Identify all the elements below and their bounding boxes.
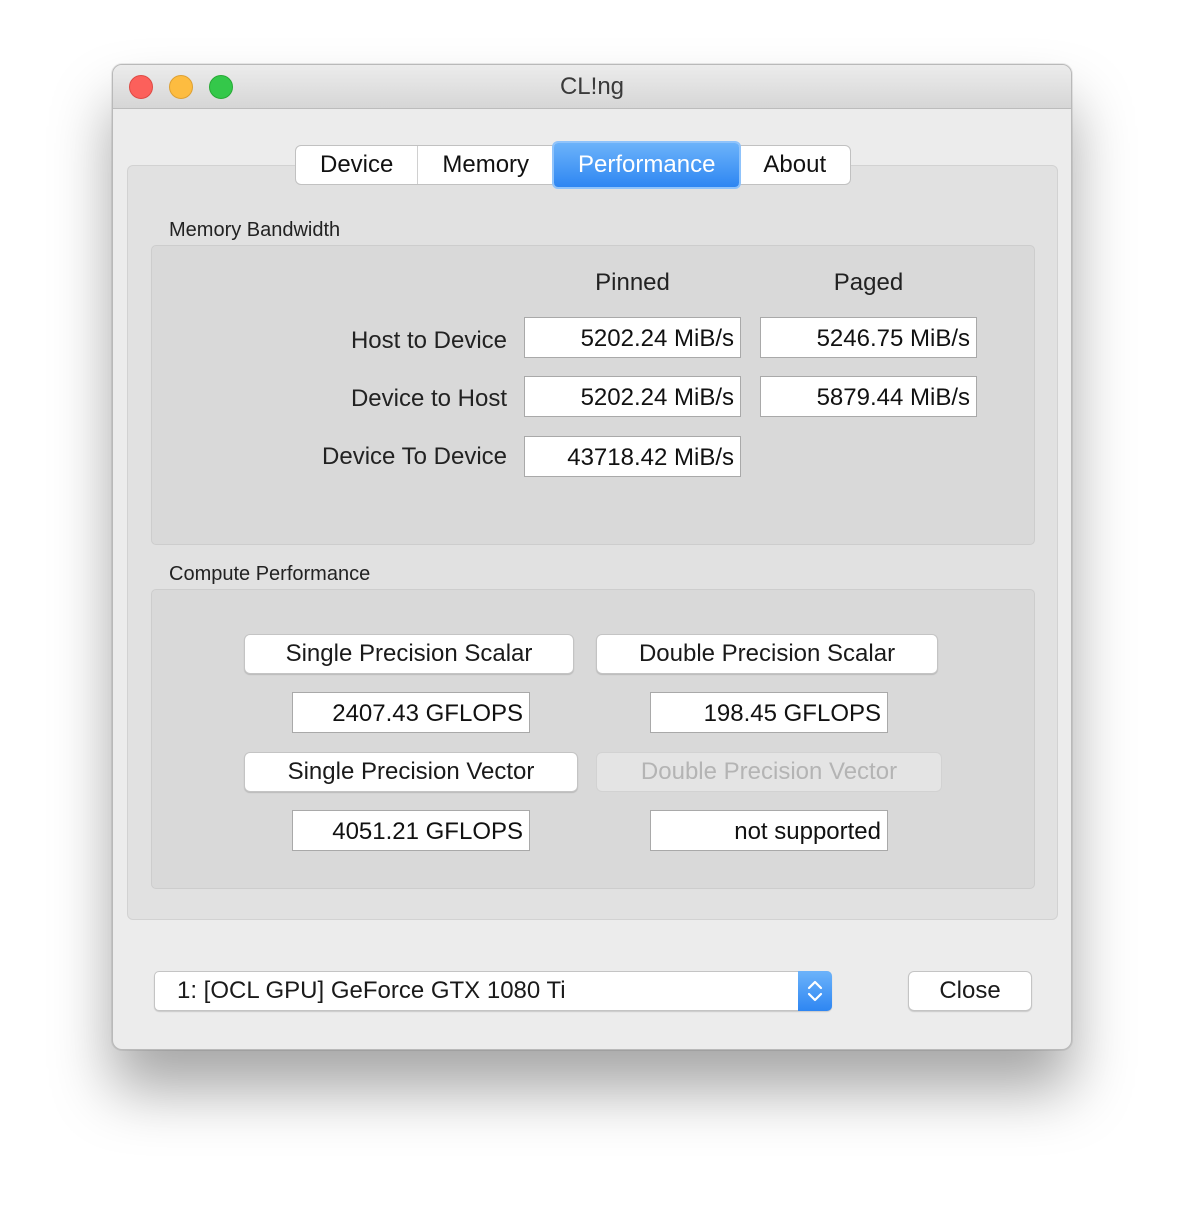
double-precision-vector-value: not supported [650, 810, 888, 851]
tab-performance[interactable]: Performance [554, 143, 740, 187]
compute-performance-label: Compute Performance [169, 563, 371, 585]
paged-column-header: Paged [833, 269, 904, 296]
app-window: CL!ng Device Memory Performance About Me… [112, 64, 1072, 1050]
close-button[interactable]: Close [908, 971, 1032, 1011]
single-precision-vector-value: 4051.21 GFLOPS [292, 810, 530, 851]
double-precision-scalar-value: 198.45 GFLOPS [650, 692, 888, 733]
host-to-device-pinned-value: 5202.24 MiB/s [524, 317, 741, 358]
double-precision-vector-button: Double Precision Vector [596, 752, 942, 792]
host-to-device-label: Host to Device [350, 327, 507, 354]
single-precision-scalar-button[interactable]: Single Precision Scalar [244, 634, 574, 674]
device-select[interactable]: 1: [OCL GPU] GeForce GTX 1080 Ti [154, 971, 832, 1011]
select-stepper-icon[interactable] [798, 971, 832, 1011]
window-title: CL!ng [559, 73, 625, 100]
double-precision-scalar-button[interactable]: Double Precision Scalar [596, 634, 938, 674]
device-to-host-pinned-value: 5202.24 MiB/s [524, 376, 741, 417]
tab-bar: Device Memory Performance About [295, 143, 852, 187]
tab-memory[interactable]: Memory [418, 146, 555, 184]
memory-bandwidth-label: Memory Bandwidth [169, 219, 341, 241]
tab-device[interactable]: Device [296, 146, 419, 184]
single-precision-scalar-value: 2407.43 GFLOPS [292, 692, 530, 733]
title-bar[interactable]: CL!ng [113, 65, 1071, 109]
device-to-device-label: Device To Device [322, 443, 507, 470]
pinned-column-header: Pinned [595, 269, 670, 296]
device-to-host-paged-value: 5879.44 MiB/s [760, 376, 977, 417]
tab-about[interactable]: About [739, 146, 850, 184]
host-to-device-paged-value: 5246.75 MiB/s [760, 317, 977, 358]
chevron-up-down-icon [807, 980, 823, 1002]
single-precision-vector-button[interactable]: Single Precision Vector [244, 752, 578, 792]
device-to-host-label: Device to Host [350, 385, 507, 412]
device-select-value: 1: [OCL GPU] GeForce GTX 1080 Ti [177, 977, 566, 1004]
device-to-device-pinned-value: 43718.42 MiB/s [524, 436, 741, 477]
